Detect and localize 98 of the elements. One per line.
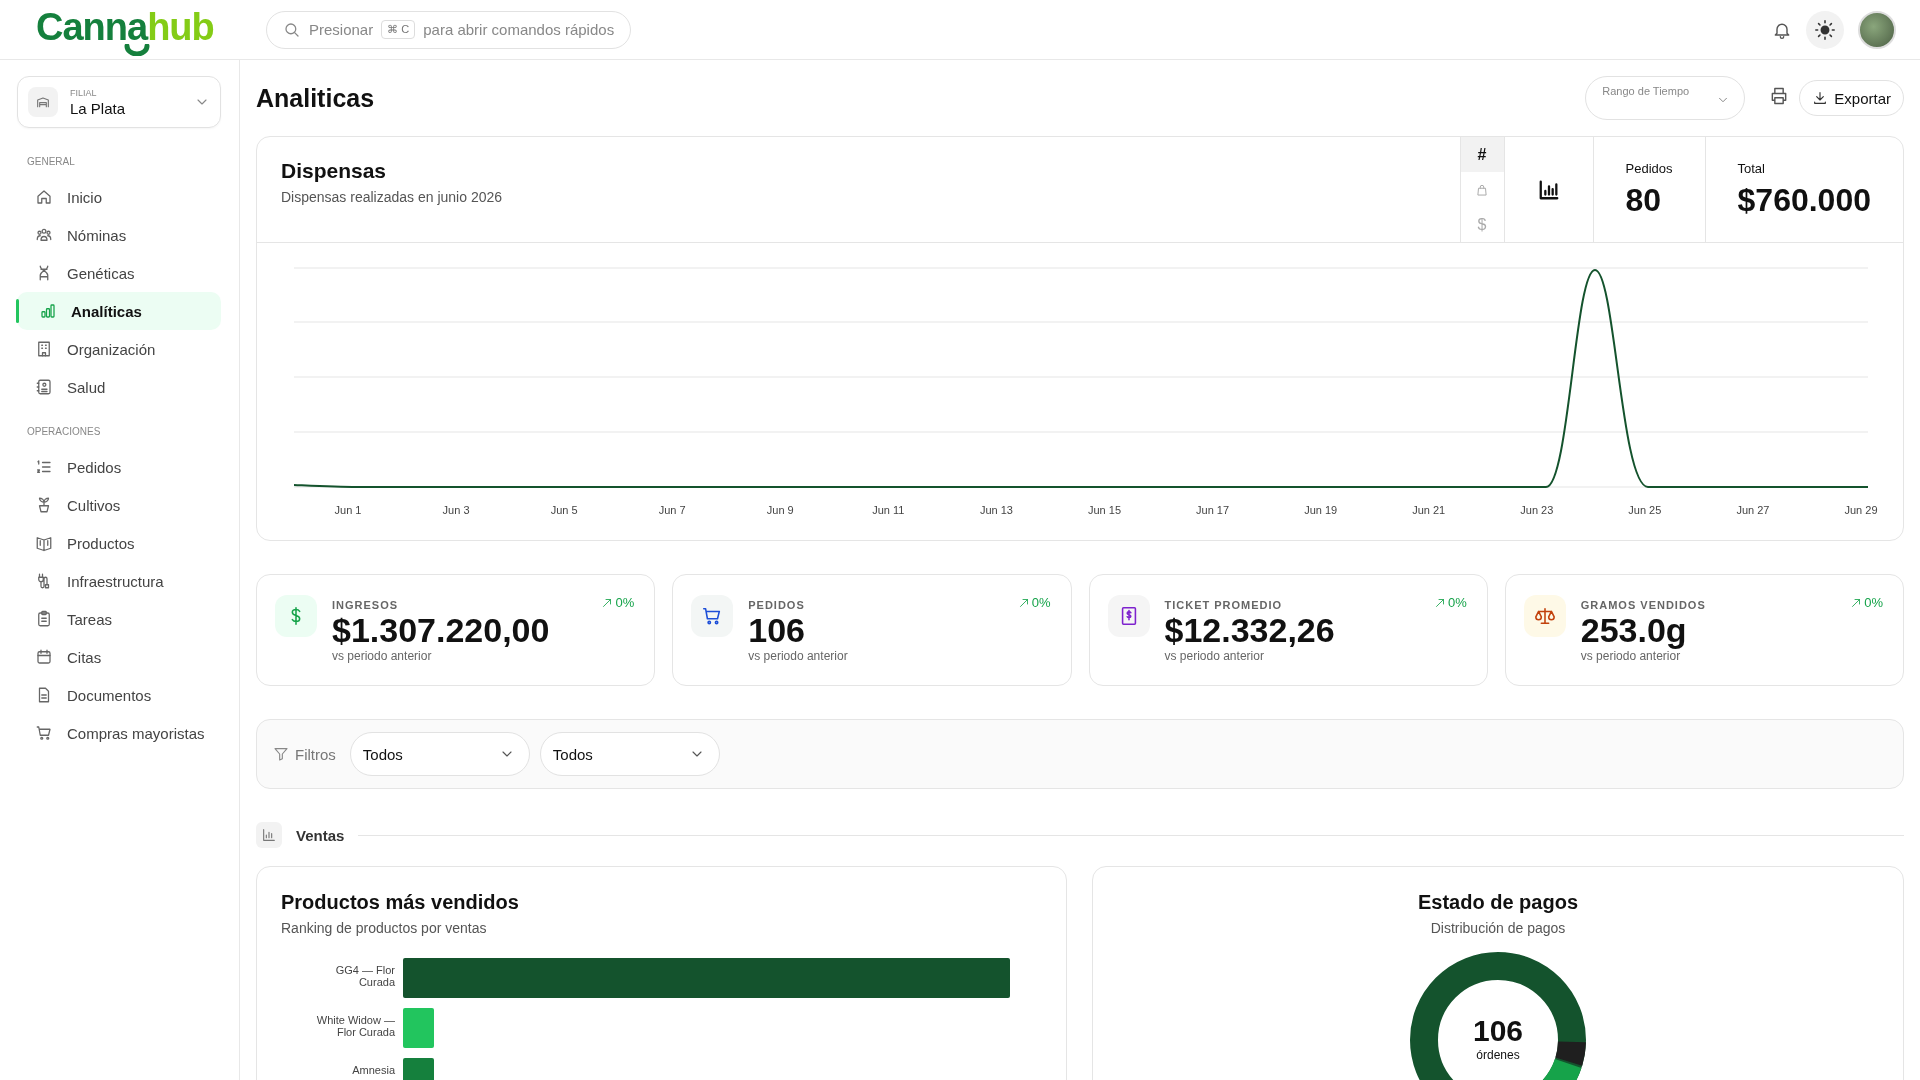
kpi-label: PEDIDOS — [748, 599, 806, 611]
mode-toggle[interactable]: # — [1460, 137, 1504, 172]
filter-icon — [273, 746, 289, 762]
sidebar-item[interactable]: Documentos — [17, 676, 221, 714]
axis-label: Jun 23 — [1520, 504, 1554, 516]
card-subtitle: Ranking de productos por ventas — [281, 920, 488, 936]
kpi-caption: vs periodo anterior — [748, 648, 848, 663]
sidebar-item[interactable]: Organización — [17, 330, 221, 368]
sun-icon — [1814, 18, 1836, 41]
sidebar-item[interactable]: Salud — [17, 368, 221, 406]
theme-button[interactable] — [1806, 10, 1844, 49]
filter-select[interactable]: Todos — [349, 732, 530, 776]
trend-value: 0% — [1447, 595, 1467, 610]
stat-value: 80 — [1625, 182, 1663, 219]
axis-label: Jun 5 — [550, 504, 578, 516]
numbered-list-icon — [35, 458, 53, 476]
axis-label: Jun 9 — [766, 504, 794, 516]
kpi-caption: vs periodo anterior — [1580, 648, 1681, 663]
section-label: GENERAL — [27, 156, 76, 169]
card-title: Productos más vendidos — [281, 891, 520, 914]
trend-up-icon — [1017, 596, 1030, 609]
bar-chart-icon — [39, 302, 57, 320]
section-label: OPERACIONES — [27, 426, 102, 439]
axis-label: Jun 27 — [1736, 504, 1770, 516]
filter-select[interactable]: Todos — [539, 732, 720, 776]
house-icon — [35, 188, 53, 206]
avatar[interactable] — [1858, 10, 1896, 49]
sidebar-item[interactable]: Citas — [17, 638, 221, 676]
kpi-value: 106 — [748, 613, 806, 649]
card-subtitle: Distribución de pagos — [1429, 920, 1567, 936]
axis-label: Jun 13 — [979, 504, 1013, 516]
kpi-value: $12.332,26 — [1164, 613, 1335, 649]
kpi-label: GRAMOS VENDIDOS — [1580, 599, 1706, 611]
building-icon — [35, 340, 53, 358]
axis-label: Jun 15 — [1088, 504, 1121, 516]
donut-label: órdenes — [1475, 1048, 1521, 1062]
bar-label: Amnesia — [351, 1063, 395, 1077]
key-hint: ⌘ C — [381, 20, 416, 39]
sidebar-item[interactable]: Productos — [17, 524, 221, 562]
calendar-icon — [35, 648, 53, 666]
bag-icon — [1475, 182, 1490, 197]
cart-icon — [35, 724, 53, 742]
sidebar-item[interactable]: Cultivos — [17, 486, 221, 524]
warehouse-icon — [35, 94, 51, 110]
stat-label: Pedidos — [1625, 161, 1673, 176]
bar-chart-icon — [261, 827, 277, 843]
kpi-label: TICKET PROMEDIO — [1164, 599, 1284, 611]
trend-value: 0% — [1864, 595, 1883, 610]
sidebar-item[interactable]: Pedidos — [17, 448, 221, 486]
axis-label: Jun 1 — [334, 504, 362, 516]
axis-label: Jun 17 — [1196, 504, 1230, 516]
search-icon — [283, 20, 301, 39]
donut-total: 106 — [1471, 1014, 1525, 1048]
page-title: Analiticas — [256, 83, 375, 113]
bar — [403, 1008, 434, 1048]
branch-label: FILIAL — [70, 87, 98, 98]
bar-label: White Widow — Flor Curada — [315, 1013, 395, 1039]
download-icon — [1812, 90, 1829, 106]
sidebar-item[interactable]: Inicio — [17, 178, 221, 216]
sidebar-item[interactable]: Compras mayoristas — [17, 714, 221, 752]
bar-label: GG4 — Flor Curada — [334, 963, 395, 989]
card-title: Estado de pagos — [1417, 891, 1579, 914]
sidebar-item[interactable]: Infraestructura — [17, 562, 221, 600]
export-button[interactable]: Exportar — [1799, 80, 1904, 116]
people-icon — [35, 226, 53, 244]
contact-card-icon — [35, 378, 53, 396]
stat-label: Total — [1737, 161, 1766, 176]
axis-label: Jun 21 — [1412, 504, 1446, 516]
card-subtitle: Dispensas realizadas en junio 2026 — [281, 189, 504, 205]
trend-up-icon — [1850, 596, 1863, 609]
branch-select[interactable]: FILIAL La Plata — [17, 76, 221, 128]
trend-value: 0% — [615, 595, 635, 610]
branch-name: La Plata — [70, 99, 127, 117]
kpi-caption: vs periodo anterior — [332, 648, 433, 663]
sidebar-item[interactable]: Nóminas — [17, 216, 221, 254]
book-icon — [35, 534, 53, 552]
clipboard-icon — [35, 610, 53, 628]
section-title: Ventas — [296, 826, 345, 844]
trend-up-icon — [601, 596, 614, 609]
card-title: Dispensas — [281, 159, 388, 183]
axis-label: Jun 3 — [442, 504, 470, 516]
axis-label: Jun 25 — [1628, 504, 1662, 516]
kpi-value: $1.307.220,00 — [332, 613, 550, 649]
kpi-caption: vs periodo anterior — [1164, 648, 1265, 663]
axis-label: Jun 29 — [1844, 504, 1878, 516]
sidebar-item[interactable]: Analíticas — [17, 292, 221, 330]
scale-icon — [1533, 605, 1556, 627]
sidebar-item[interactable]: Genéticas — [17, 254, 221, 292]
stat-value: $760.000 — [1737, 182, 1871, 219]
axis-label: Jun 11 — [872, 504, 905, 516]
filter-label: Filtros — [295, 745, 336, 763]
trend-value: 0% — [1031, 595, 1051, 610]
bar-chart-icon — [1537, 178, 1560, 201]
sidebar-item[interactable]: Tareas — [17, 600, 221, 638]
kpi-label: INGRESOS — [332, 599, 400, 611]
axis-label: Jun 19 — [1304, 504, 1338, 516]
trend-up-icon — [1433, 596, 1446, 609]
axis-label: Jun 7 — [658, 504, 686, 516]
